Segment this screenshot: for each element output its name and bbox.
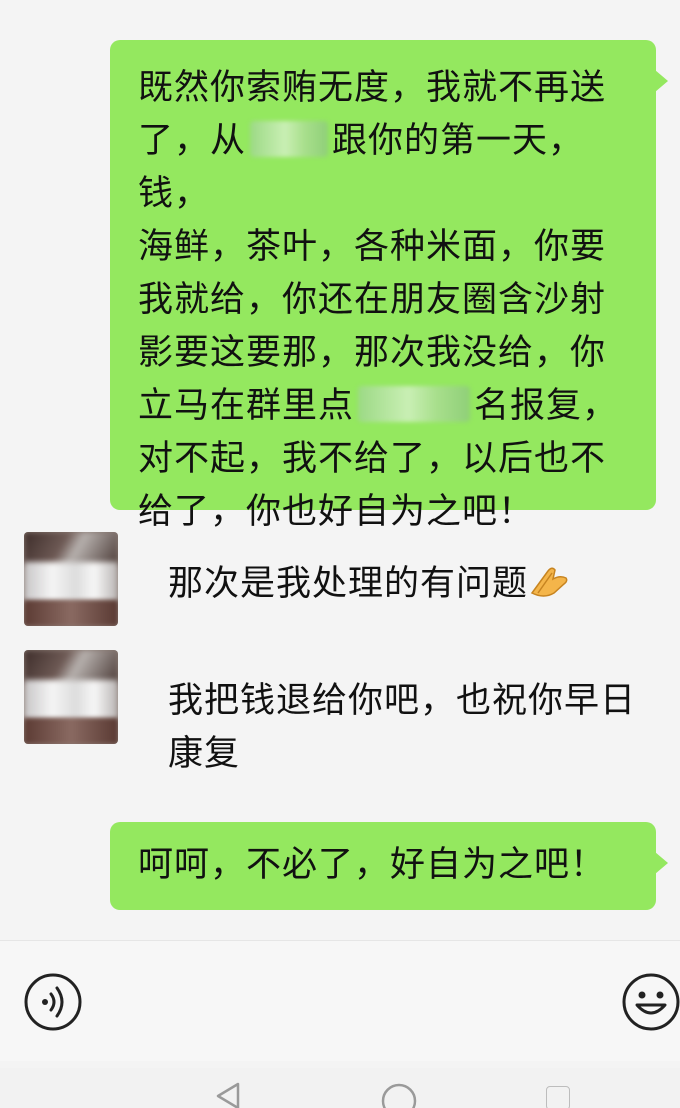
contact-avatar[interactable] <box>24 650 118 744</box>
outgoing-message-bubble[interactable]: 既然你索贿无度，我就不再送 了，从 跟你的第一天，钱， 海鲜，茶叶，各种米面，你要… <box>110 40 668 532</box>
chat-input-bar <box>0 940 680 1061</box>
contact-avatar[interactable] <box>24 532 118 626</box>
redacted-text <box>358 386 471 422</box>
message-fragment: 立马在群里点 <box>138 386 355 426</box>
message-line: 康复 <box>168 734 241 774</box>
message-line: 那次是我处理的有问题 <box>168 564 529 604</box>
message-line: 给了，你也好自为之吧！ <box>138 492 535 532</box>
outgoing-message-bubble[interactable]: 呵呵，不必了，好自为之吧！ <box>110 822 668 910</box>
message-fragment: 名报复， <box>474 386 619 426</box>
folded-hands-icon <box>530 567 568 597</box>
message-line: 我把钱退给你吧，也祝你早日 <box>168 681 637 721</box>
watermark-logo <box>546 1086 570 1108</box>
redacted-text <box>250 121 329 157</box>
back-icon[interactable] <box>212 1080 244 1108</box>
message-fragment: 了，从 <box>138 121 247 161</box>
message-line: 海鲜，茶叶，各种米面，你要 <box>138 227 607 267</box>
outgoing-message-text: 呵呵，不必了，好自为之吧！ <box>138 845 607 885</box>
outgoing-message-text: 既然你索贿无度，我就不再送 了，从 跟你的第一天，钱， 海鲜，茶叶，各种米面，你要… <box>138 62 644 539</box>
message-line: 对不起，我不给了，以后也不 <box>138 439 607 479</box>
voice-icon[interactable] <box>22 971 84 1033</box>
message-line: 既然你索贿无度，我就不再送 <box>138 68 607 108</box>
message-line: 了，从 跟你的第一天，钱， <box>138 115 644 221</box>
home-icon[interactable] <box>380 1082 418 1108</box>
message-line: 影要这要那，那次我没给，你 <box>138 333 607 373</box>
incoming-message-text[interactable]: 那次是我处理的有问题 <box>168 558 668 611</box>
incoming-message-text[interactable]: 我把钱退给你吧，也祝你早日 康复 <box>168 675 668 781</box>
chat-screen: 既然你索贿无度，我就不再送 了，从 跟你的第一天，钱， 海鲜，茶叶，各种米面，你要… <box>0 0 680 1108</box>
emoji-icon[interactable] <box>620 971 680 1033</box>
system-nav-bar <box>0 1068 680 1108</box>
message-line: 我就给，你还在朋友圈含沙射 <box>138 280 607 320</box>
message-line: 立马在群里点 名报复， <box>138 380 644 433</box>
